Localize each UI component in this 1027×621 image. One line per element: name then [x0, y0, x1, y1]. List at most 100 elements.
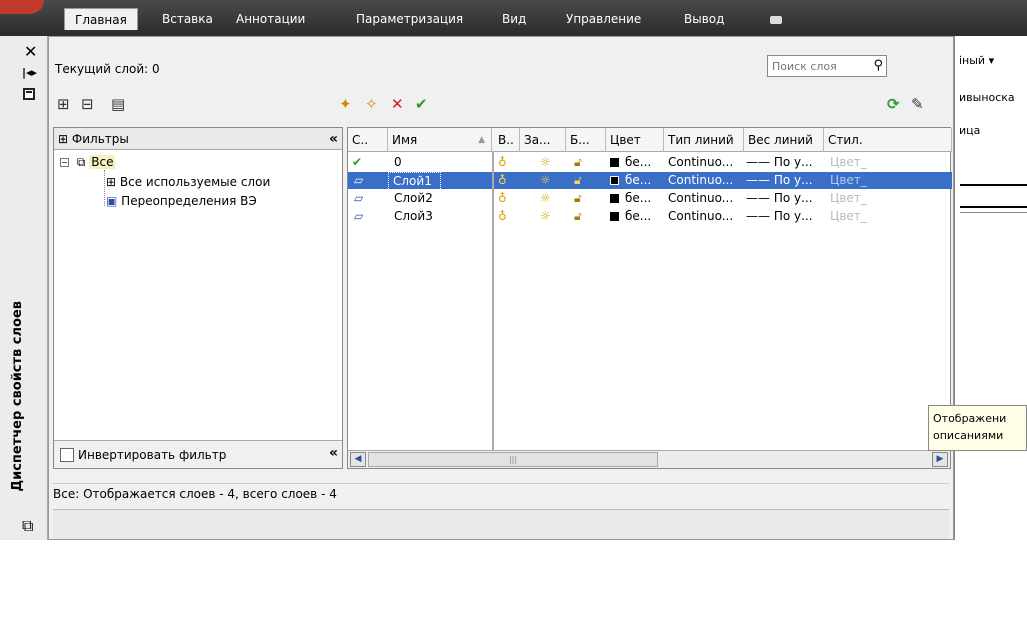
layer-properties-manager: Текущий слой: 0 ⚲ ⊞ ⊟ ▤ ✦ ✧ ✕ ✔ ⟳ ✎ ⊞ Фи…: [48, 36, 954, 540]
table-row-selected-left[interactable]: ▱ Слой1: [348, 172, 492, 191]
column-linetype[interactable]: Тип линий: [664, 128, 744, 152]
unlock-icon[interactable]: 🔓︎: [574, 190, 582, 207]
sun-thawed-icon[interactable]: ☼: [540, 172, 551, 189]
tab-home[interactable]: Главная: [64, 8, 138, 30]
lineweight-cell[interactable]: —— По у...: [746, 208, 813, 225]
ribbon-minimize-button[interactable]: [768, 8, 784, 30]
linetype-cell[interactable]: Continuo...: [668, 154, 733, 171]
invert-filter-bar: Инвертировать фильтр «: [54, 440, 342, 468]
table-row[interactable]: ▱ Слой2 ♁ ☼ 🔓︎ бе... Continuo... —— По у…: [348, 190, 952, 207]
color-cell[interactable]: бе...: [610, 172, 651, 189]
palette-title-strip: ✕ |◂▸ Диспетчер свойств слоев ⧉: [0, 36, 48, 540]
viewport-override-icon: ▣: [106, 194, 118, 208]
tab-annotations[interactable]: Аннотации: [234, 8, 307, 30]
filter-icon: ⊞: [106, 175, 117, 189]
current-layer-label: Текущий слой: 0: [55, 62, 160, 76]
new-filter-icon[interactable]: ⊞: [57, 95, 70, 113]
search-box[interactable]: ⚲: [767, 55, 887, 77]
tab-parametric[interactable]: Параметризация: [354, 8, 465, 30]
color-cell[interactable]: бе...: [610, 190, 651, 207]
tab-view[interactable]: Вид: [500, 8, 528, 30]
close-icon[interactable]: ✕: [24, 42, 37, 61]
lineweight-cell[interactable]: —— По у...: [746, 172, 813, 189]
plotstyle-cell[interactable]: Цвет_: [830, 154, 867, 171]
palette-vertical-title: Диспетчер свойств слоев: [10, 301, 25, 492]
tab-insert[interactable]: Вставка: [160, 8, 215, 30]
horizontal-scrollbar[interactable]: ◀ ||| ▶: [348, 450, 950, 468]
background-ribbon-label-2: ивыноска: [959, 91, 1015, 104]
collapse-filters-button[interactable]: «: [329, 445, 338, 461]
scroll-right-icon[interactable]: ▶: [932, 452, 948, 467]
layers-grid: С.. Имя ▲ В.. За... Б... Цвет Тип линий В…: [347, 127, 952, 469]
search-icon[interactable]: ⚲: [873, 58, 883, 73]
linetype-cell[interactable]: Continuo...: [668, 190, 733, 207]
scrollbar-thumb[interactable]: |||: [368, 452, 658, 467]
unlock-icon[interactable]: 🔓︎: [574, 208, 582, 225]
table-row[interactable]: ▱ Слой3 ♁ ☼ 🔓︎ бе... Continuo... —— По у…: [348, 208, 952, 225]
layer-states-icon[interactable]: ▤: [111, 95, 125, 113]
properties-icon[interactable]: [23, 88, 35, 100]
grid-header: С.. Имя ▲ В.. За... Б... Цвет Тип линий В…: [348, 128, 952, 152]
color-cell[interactable]: бе...: [610, 154, 651, 171]
tooltip-line-1: Отображени: [933, 412, 1007, 425]
refresh-icon[interactable]: ⟳: [887, 95, 900, 113]
column-plotstyle[interactable]: Стил.: [824, 128, 952, 152]
column-status[interactable]: С..: [348, 128, 388, 152]
plotstyle-cell[interactable]: Цвет_: [830, 190, 867, 207]
bulb-on-icon[interactable]: ♁: [498, 208, 507, 225]
scroll-left-icon[interactable]: ◀: [350, 452, 366, 467]
plotstyle-cell[interactable]: Цвет_: [830, 172, 867, 189]
tree-item-label: Все используемые слои: [119, 175, 271, 189]
unlock-icon[interactable]: 🔓︎: [574, 172, 582, 189]
linetype-cell[interactable]: Continuo...: [668, 208, 733, 225]
settings-icon[interactable]: ✎: [911, 95, 924, 113]
column-lock[interactable]: Б...: [566, 128, 606, 152]
layer-name[interactable]: Слой1: [388, 172, 441, 191]
set-current-icon[interactable]: ✔: [415, 95, 428, 113]
tooltip: Отображени описаниями: [928, 405, 1027, 451]
bulb-on-icon[interactable]: ♁: [498, 154, 507, 171]
tab-output[interactable]: Вывод: [682, 8, 726, 30]
sun-thawed-icon[interactable]: ☼: [540, 154, 551, 171]
sun-thawed-icon[interactable]: ☼: [540, 208, 551, 225]
delete-layer-icon[interactable]: ✕: [391, 95, 404, 113]
column-lineweight[interactable]: Вес линий: [744, 128, 824, 152]
column-name[interactable]: Имя ▲: [388, 128, 492, 152]
linetype-cell[interactable]: Continuo...: [668, 172, 733, 189]
app-logo-icon[interactable]: [0, 0, 44, 14]
new-layer-icon[interactable]: ✦: [339, 95, 352, 113]
layer-name[interactable]: Слой2: [394, 190, 433, 207]
autohide-icon[interactable]: |◂▸: [22, 66, 37, 79]
lineweight-cell[interactable]: —— По у...: [746, 190, 813, 207]
plotstyle-cell[interactable]: Цвет_: [830, 208, 867, 225]
color-cell[interactable]: бе...: [610, 208, 651, 225]
layers-icon[interactable]: ⧉: [22, 516, 33, 536]
bulb-on-icon[interactable]: ♁: [498, 172, 507, 189]
tree-item-vp-overrides[interactable]: ▣ Переопределения ВЭ: [106, 194, 257, 208]
collapse-filters-button[interactable]: «: [329, 128, 338, 150]
layer-name[interactable]: Слой3: [394, 208, 433, 225]
bulb-on-icon[interactable]: ♁: [498, 190, 507, 207]
tree-item-all[interactable]: − ⧉ Все: [60, 155, 116, 170]
table-row-selected[interactable]: ♁ ☼ 🔓︎ бе... Continuo... —— По у... Цвет…: [494, 172, 952, 189]
layer-icon: ▱: [354, 209, 364, 223]
filters-title: Фильтры: [71, 132, 129, 146]
tree-item-used-layers[interactable]: ⊞ Все используемые слои: [106, 175, 270, 189]
tooltip-line-2: описаниями: [933, 429, 1004, 442]
column-color[interactable]: Цвет: [606, 128, 664, 152]
table-row[interactable]: ✔ 0 ♁ ☼ 🔓︎ бе... Continuo... —— По у... …: [348, 154, 952, 171]
tree-collapse-icon[interactable]: −: [60, 158, 69, 167]
layer-name[interactable]: 0: [394, 154, 402, 171]
color-swatch: [610, 212, 619, 221]
new-vp-frozen-layer-icon[interactable]: ✧: [365, 95, 378, 113]
lineweight-cell[interactable]: —— По у...: [746, 154, 813, 171]
tab-manage[interactable]: Управление: [564, 8, 643, 30]
sort-arrow-icon: ▲: [478, 135, 485, 145]
unlock-icon[interactable]: 🔓︎: [574, 154, 582, 171]
invert-filter-checkbox[interactable]: [60, 448, 74, 462]
search-input[interactable]: [768, 56, 866, 76]
new-group-filter-icon[interactable]: ⊟: [81, 95, 94, 113]
column-on[interactable]: В..: [494, 128, 520, 152]
sun-thawed-icon[interactable]: ☼: [540, 190, 551, 207]
column-freeze[interactable]: За...: [520, 128, 566, 152]
